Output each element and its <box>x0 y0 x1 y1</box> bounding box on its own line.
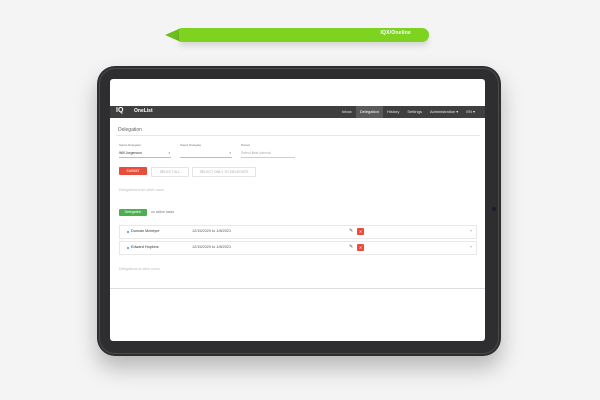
nav-history[interactable]: History <box>383 106 403 118</box>
table-row[interactable]: Edward Hopkins 12/15/2020 to 1/8/2021 ✎ … <box>119 241 477 255</box>
submit-button[interactable]: SUBMIT <box>119 167 147 175</box>
page-title: Delegation <box>118 127 142 133</box>
period-label: Period <box>241 143 250 147</box>
status-dot <box>127 231 129 233</box>
delegator-select[interactable]: Will Jorgenson ▾ <box>119 149 171 158</box>
divider <box>110 288 485 289</box>
select-all-button[interactable]: SELECT ALL <box>151 167 189 177</box>
pencil-icon[interactable]: ✎ <box>349 228 353 234</box>
top-nav: Inbox Delegation History Settings Admini… <box>338 106 479 118</box>
status-dot <box>127 247 129 249</box>
row-name: Edward Hopkins <box>131 245 159 249</box>
chevron-down-icon: ▾ <box>168 151 170 155</box>
app-title: OneList <box>134 108 153 114</box>
delegator-label: Select Delegator <box>119 143 142 147</box>
row-period: 12/15/2020 to 1/8/2021 <box>192 245 232 249</box>
pencil-body: IQX/Oneline <box>179 28 429 42</box>
select-only-to-delegate-button[interactable]: SELECT ONLY TO DELEGATE <box>192 167 256 177</box>
nav-delegation[interactable]: Delegation <box>355 106 383 118</box>
section-delegations-to: Delegations to other users <box>119 267 160 271</box>
chevron-down-icon[interactable]: ▾ <box>470 228 472 233</box>
delegator-value: Will Jorgenson <box>119 151 142 155</box>
chevron-down-icon: ▾ <box>229 151 231 155</box>
chevron-down-icon[interactable]: ▾ <box>470 244 472 249</box>
row-name: Duncan Mcintyre <box>131 229 160 233</box>
nav-administration[interactable]: Administration ▾ <box>426 106 462 118</box>
tablet: IQ OneList Inbox Delegation History Sett… <box>97 66 501 356</box>
section-delegations-from: Delegations from other users <box>119 188 164 192</box>
delegate-select[interactable]: ▾ <box>180 149 232 158</box>
pencil-brand: IQX/Oneline <box>380 30 411 36</box>
camera-dot <box>492 207 496 211</box>
close-icon[interactable]: ✕ <box>357 228 364 235</box>
divider <box>116 135 480 136</box>
close-icon[interactable]: ✕ <box>357 244 364 251</box>
tablet-screen: IQ OneList Inbox Delegation History Sett… <box>110 79 485 341</box>
nav-inbox[interactable]: Inbox <box>338 106 356 118</box>
pencil: IQX/Oneline <box>165 28 437 42</box>
period-input[interactable]: Select time interval <box>241 149 295 158</box>
tab-delegation[interactable]: Delegation <box>119 209 147 216</box>
app-header: IQ OneList Inbox Delegation History Sett… <box>110 106 485 118</box>
pencil-icon[interactable]: ✎ <box>349 244 353 250</box>
row-period: 12/15/2020 to 1/8/2021 <box>192 229 232 233</box>
delegate-label: Select Delegate <box>180 143 202 147</box>
nav-language[interactable]: EN ▾ <box>462 106 479 118</box>
tab-no-active[interactable]: no active tasks <box>151 209 174 216</box>
nav-settings[interactable]: Settings <box>403 106 425 118</box>
app-logo[interactable]: IQ <box>116 107 123 114</box>
table-row[interactable]: Duncan Mcintyre 12/15/2020 to 1/8/2021 ✎… <box>119 225 477 239</box>
